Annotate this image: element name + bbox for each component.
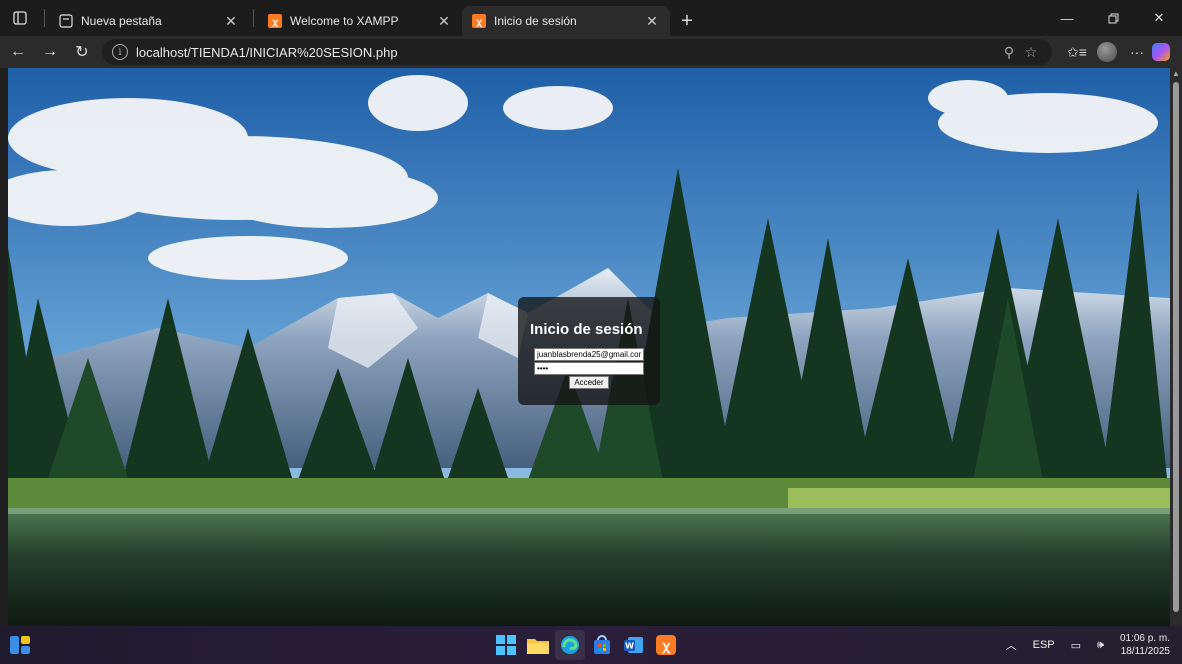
volume-icon[interactable]: 🕪 [1097, 639, 1104, 652]
arrow-left-icon: ← [10, 43, 26, 60]
window-controls: — ✕ [1044, 0, 1182, 36]
page-viewport: Inicio de sesión Acceder ▲ [8, 68, 1182, 626]
restore-button[interactable] [1090, 0, 1136, 36]
email-field[interactable] [534, 348, 644, 361]
tab-inicio-sesion[interactable]: ꭓ Inicio de sesión ✕ [462, 6, 670, 36]
file-explorer-button[interactable] [523, 630, 553, 660]
new-tab-page-icon [59, 14, 73, 28]
widgets-icon[interactable] [10, 636, 30, 654]
toolbar-icons: ✩≡ ··· [1062, 42, 1170, 62]
store-button[interactable] [587, 630, 617, 660]
edge-icon [561, 636, 579, 654]
tab-separator [253, 9, 254, 27]
password-field[interactable] [534, 362, 644, 375]
plus-icon: + [681, 9, 693, 32]
close-icon: ✕ [1153, 10, 1165, 25]
tab-welcome-xampp[interactable]: ꭓ Welcome to XAMPP ✕ [258, 6, 462, 36]
tab-title: Nueva pestaña [81, 14, 162, 28]
clock-date: 18/11/2025 [1120, 646, 1170, 657]
windows-start-icon [496, 635, 516, 655]
scrollbar-thumb[interactable] [1173, 82, 1179, 612]
xampp-icon: ꭓ [268, 14, 282, 28]
taskbar-apps: W ꭓ [490, 630, 682, 660]
copilot-icon[interactable] [1152, 43, 1170, 61]
network-icon[interactable]: ▭ [1071, 639, 1081, 652]
tab-close-icon[interactable]: ✕ [223, 13, 239, 30]
login-form: Inicio de sesión Acceder [518, 297, 660, 405]
favorite-star-icon[interactable]: ☆ [1020, 44, 1042, 61]
xampp-taskbar-button[interactable]: ꭓ [651, 630, 681, 660]
word-button[interactable]: W [619, 630, 649, 660]
back-button[interactable]: ← [4, 38, 32, 66]
edge-button[interactable] [555, 630, 585, 660]
tab-actions-button[interactable] [0, 0, 40, 36]
arrow-right-icon: → [42, 43, 58, 60]
page-scrollbar[interactable]: ▲ [1170, 68, 1182, 626]
new-tab-button[interactable]: + [672, 6, 702, 36]
favorites-icon: ✩≡ [1067, 43, 1087, 60]
minimize-icon: — [1060, 10, 1074, 26]
url-text: localhost/TIENDA1/INICIAR%20SESION.php [136, 44, 398, 60]
tray-chevron-icon[interactable]: ︿ [1006, 637, 1017, 653]
svg-text:W: W [625, 642, 634, 651]
store-icon [594, 635, 610, 654]
forward-button[interactable]: → [36, 38, 64, 66]
word-icon: W [624, 637, 643, 653]
profile-avatar[interactable] [1097, 42, 1117, 62]
xampp-icon: ꭓ [656, 635, 676, 655]
browser-toolbar: ← → ↻ i localhost/TIENDA1/INICIAR%20SESI… [0, 36, 1182, 68]
browser-window: Nueva pestaña ✕ ꭓ Welcome to XAMPP ✕ ꭓ I… [0, 0, 1182, 664]
clock-time: 01:06 p. m. [1119, 633, 1170, 644]
start-button[interactable] [491, 630, 521, 660]
tab-strip: Nueva pestaña ✕ ꭓ Welcome to XAMPP ✕ ꭓ I… [0, 0, 1182, 36]
restore-icon [1108, 13, 1118, 23]
tab-separator [44, 9, 45, 27]
language-indicator[interactable]: ESP [1033, 639, 1055, 651]
tab-actions-icon [13, 11, 27, 25]
system-tray: ︿ ESP ▭ 🕪 01:06 p. m. 18/11/2025 [998, 626, 1170, 664]
close-window-button[interactable]: ✕ [1136, 0, 1182, 36]
acceder-button[interactable]: Acceder [569, 376, 609, 389]
minimize-button[interactable]: — [1044, 0, 1090, 36]
tab-title: Inicio de sesión [494, 14, 577, 28]
folder-icon [527, 639, 549, 654]
zoom-icon[interactable]: ⚲ [998, 44, 1020, 61]
tab-nueva-pestana[interactable]: Nueva pestaña ✕ [49, 6, 249, 36]
svg-text:ꭓ: ꭓ [476, 18, 483, 28]
scroll-up-icon[interactable]: ▲ [1170, 68, 1182, 80]
more-icon: ··· [1130, 44, 1144, 60]
clock[interactable]: 01:06 p. m. 18/11/2025 [1120, 632, 1170, 658]
login-heading: Inicio de sesión [530, 321, 643, 338]
tab-close-icon[interactable]: ✕ [644, 13, 660, 30]
tab-close-icon[interactable]: ✕ [436, 13, 452, 30]
reload-icon: ↻ [75, 44, 89, 61]
svg-text:ꭓ: ꭓ [272, 18, 279, 28]
tab-title: Welcome to XAMPP [290, 14, 399, 28]
site-info-icon[interactable]: i [112, 44, 128, 60]
address-bar[interactable]: i localhost/TIENDA1/INICIAR%20SESION.php… [102, 39, 1052, 65]
reload-button[interactable]: ↻ [68, 38, 96, 66]
windows-taskbar: W ꭓ ︿ ESP ▭ 🕪 01:06 p. m. 18/11/2025 [0, 626, 1182, 664]
favorites-button[interactable]: ✩≡ [1062, 44, 1092, 61]
more-menu-button[interactable]: ··· [1122, 44, 1152, 60]
xampp-icon: ꭓ [472, 14, 486, 28]
